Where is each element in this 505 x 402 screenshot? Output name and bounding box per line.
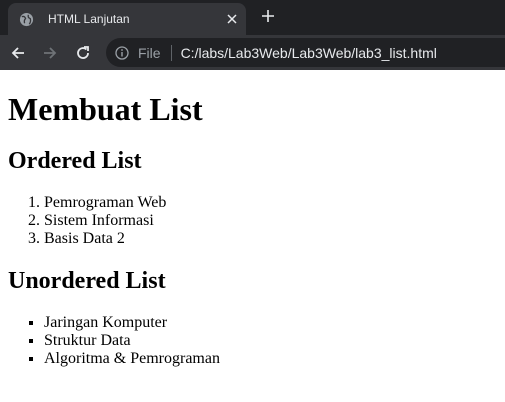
tab-strip: HTML Lanjutan <box>0 0 505 35</box>
unordered-list-heading: Unordered List <box>8 268 166 294</box>
close-icon[interactable] <box>224 11 240 27</box>
list-item: Algoritma & Pemrograman <box>44 350 497 368</box>
ordered-list: Pemrograman Web Sistem Informasi Basis D… <box>8 194 497 248</box>
list-item: Jaringan Komputer <box>44 314 497 332</box>
list-item: Sistem Informasi <box>44 212 497 230</box>
browser-toolbar: File C:/labs/Lab3Web/Lab3Web/lab3_list.h… <box>0 35 505 70</box>
address-bar[interactable]: File C:/labs/Lab3Web/Lab3Web/lab3_list.h… <box>106 38 505 67</box>
browser-tab[interactable]: HTML Lanjutan <box>8 3 246 35</box>
reload-icon[interactable] <box>72 42 94 64</box>
info-icon[interactable] <box>115 45 129 60</box>
ordered-list-heading: Ordered List <box>8 148 142 174</box>
url-text[interactable]: C:/labs/Lab3Web/Lab3Web/lab3_list.html <box>181 45 437 61</box>
tab-title: HTML Lanjutan <box>48 12 130 26</box>
unordered-list: Jaringan Komputer Struktur Data Algoritm… <box>8 314 497 368</box>
url-scheme: File <box>138 44 161 61</box>
globe-icon <box>18 11 34 27</box>
address-separator <box>170 44 172 61</box>
list-item: Basis Data 2 <box>44 230 497 248</box>
page-content: Membuat List Ordered List Pemrograman We… <box>0 91 505 368</box>
list-item: Pemrograman Web <box>44 194 497 212</box>
page-title: Membuat List <box>8 91 203 127</box>
arrow-left-icon[interactable] <box>7 42 29 64</box>
plus-icon[interactable] <box>258 6 278 26</box>
arrow-right-icon[interactable] <box>39 42 61 64</box>
list-item: Struktur Data <box>44 332 497 350</box>
